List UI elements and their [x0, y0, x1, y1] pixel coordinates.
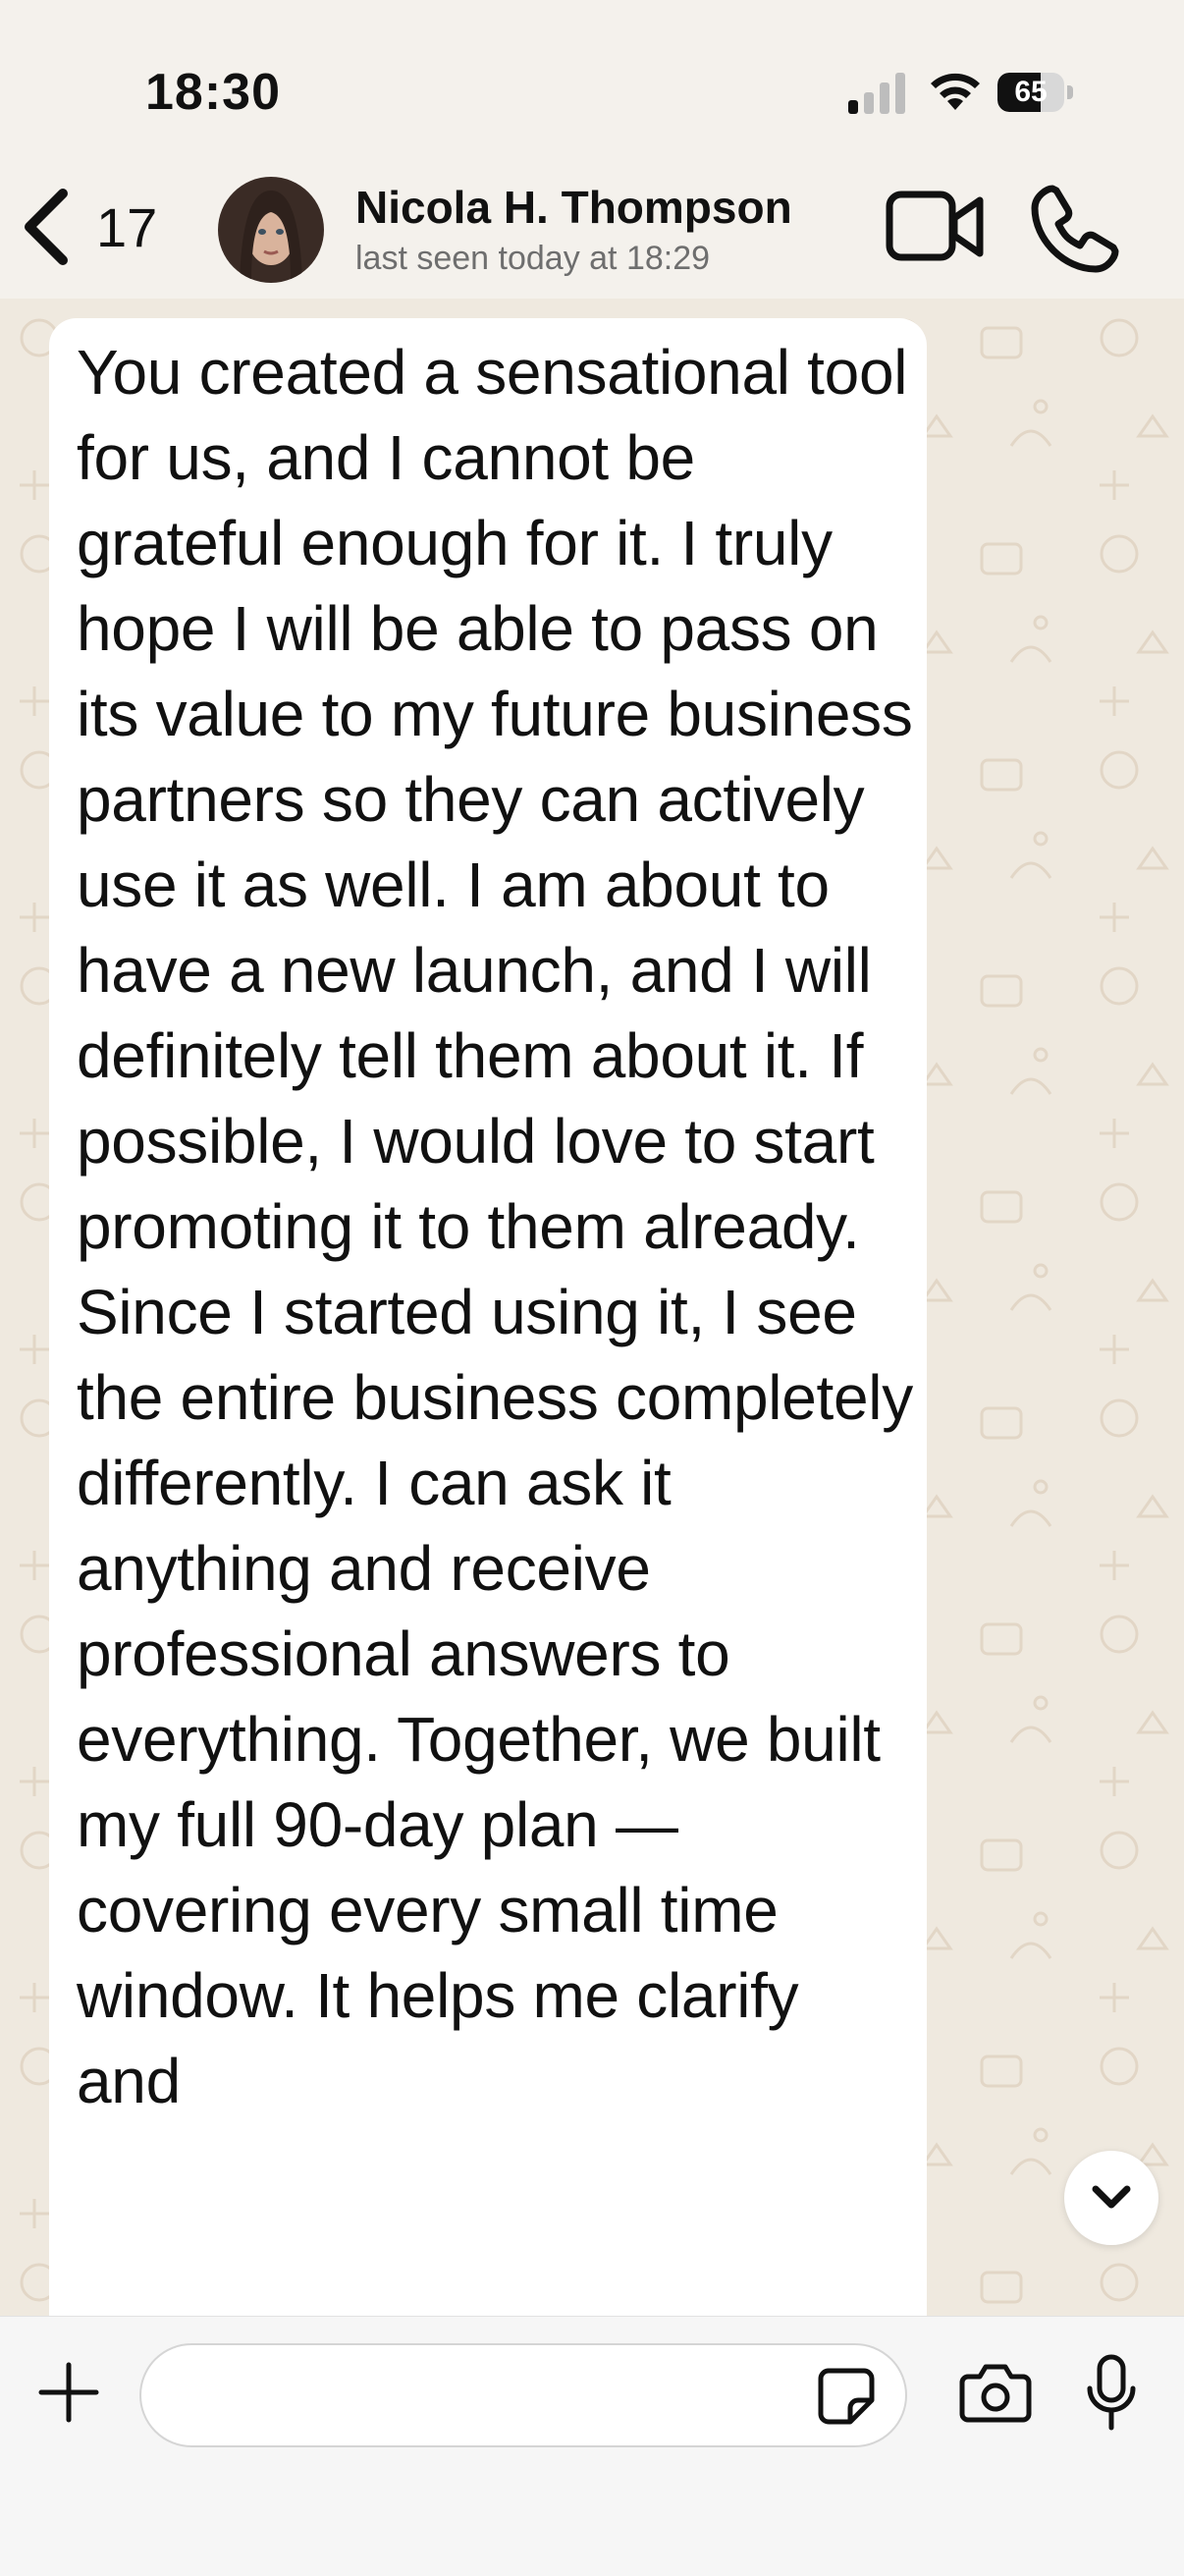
wifi-icon	[931, 73, 980, 110]
scroll-to-bottom-button[interactable]	[1064, 2151, 1158, 2245]
battery-icon: 65	[997, 73, 1076, 114]
plus-icon[interactable]	[37, 2361, 100, 2424]
unread-count: 17	[96, 195, 158, 258]
message-input[interactable]	[139, 2343, 907, 2447]
message-text: You created a sensational tool for us, a…	[77, 337, 913, 2116]
cellular-signal-icon	[848, 73, 905, 114]
back-chevron-icon	[25, 189, 68, 265]
contact-name[interactable]: Nicola H. Thompson	[355, 181, 792, 234]
contact-last-seen: last seen today at 18:29	[355, 240, 711, 277]
message-bubble[interactable]: You created a sensational tool for us, a…	[49, 318, 927, 2316]
video-call-icon[interactable]	[884, 185, 986, 269]
sticker-icon[interactable]	[815, 2365, 878, 2428]
chat-area[interactable]: You created a sensational tool for us, a…	[0, 299, 1184, 2316]
battery-percent: 65	[1014, 76, 1048, 108]
back-button[interactable]: 17	[20, 183, 177, 271]
chevron-down-icon	[1092, 2185, 1131, 2209]
avatar[interactable]	[218, 177, 324, 283]
microphone-icon[interactable]	[1082, 2353, 1141, 2432]
camera-icon[interactable]	[958, 2361, 1033, 2424]
phone-call-icon[interactable]	[1023, 179, 1125, 281]
status-time: 18:30	[145, 64, 281, 121]
